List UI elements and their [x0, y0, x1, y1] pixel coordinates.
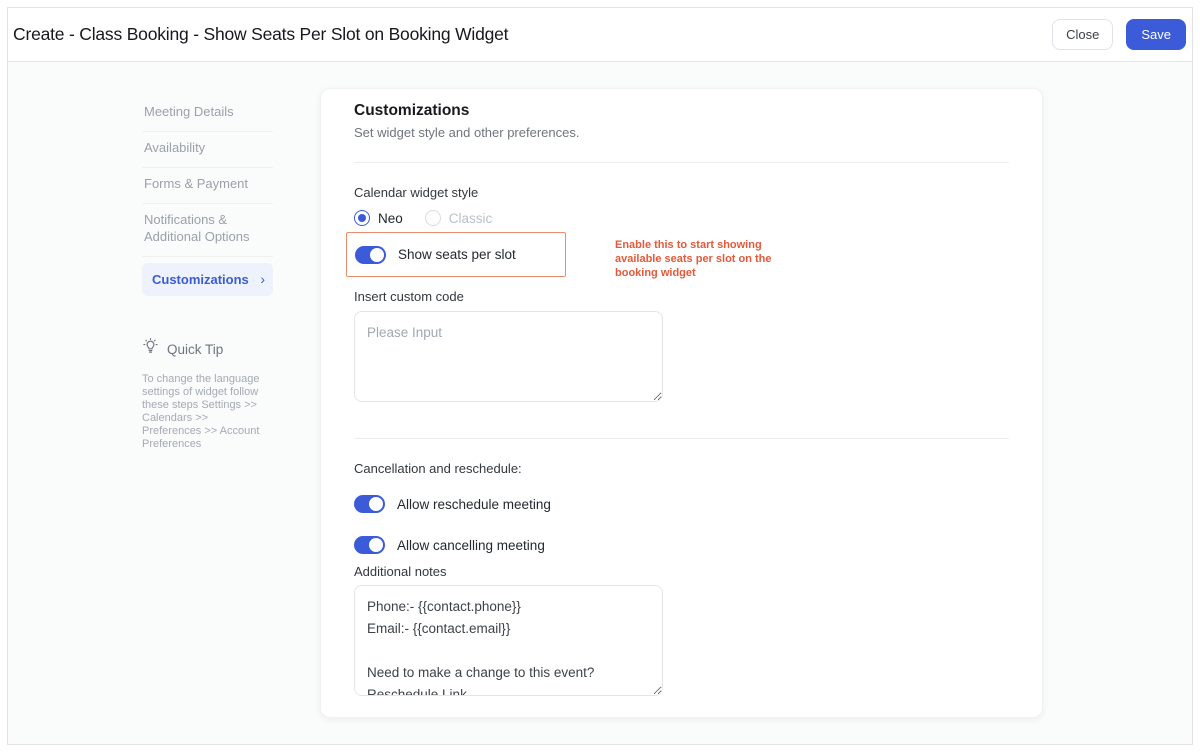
allow-reschedule-row: Allow reschedule meeting — [354, 495, 1009, 513]
sidebar-item-meeting-details[interactable]: Meeting Details — [142, 96, 273, 132]
custom-code-label: Insert custom code — [354, 289, 1009, 305]
toggle-knob — [369, 538, 383, 552]
show-seats-row: Show seats per slot Enable this to start… — [346, 232, 1009, 277]
annotation-highlight-box: Show seats per slot — [346, 232, 566, 277]
toggle-knob — [370, 248, 384, 262]
chevron-right-icon: › — [260, 273, 265, 286]
save-button[interactable]: Save — [1126, 19, 1186, 50]
lightbulb-icon — [142, 338, 159, 360]
show-seats-label: Show seats per slot — [398, 247, 516, 262]
radio-disabled-icon — [425, 210, 441, 226]
sidebar-item-label: Customizations — [152, 271, 249, 288]
radio-selected-icon[interactable] — [354, 210, 370, 226]
additional-notes-label: Additional notes — [354, 564, 1009, 580]
quick-tip-header: Quick Tip — [142, 338, 273, 360]
sidebar-item-notifications[interactable]: Notifications & Additional Options — [142, 204, 273, 257]
sidebar-item-forms-payment[interactable]: Forms & Payment — [142, 168, 273, 204]
toggle-knob — [369, 497, 383, 511]
nav-list: Meeting Details Availability Forms & Pay… — [142, 96, 273, 296]
radio-option-classic: Classic — [425, 210, 493, 226]
header: Create - Class Booking - Show Seats Per … — [8, 8, 1192, 62]
sidebar-item-customizations[interactable]: Customizations › — [142, 263, 273, 296]
customizations-card: Customizations Set widget style and othe… — [320, 88, 1043, 718]
sidebar-item-availability[interactable]: Availability — [142, 132, 273, 168]
sidebar: Meeting Details Availability Forms & Pay… — [142, 96, 273, 451]
body: Meeting Details Availability Forms & Pay… — [8, 62, 1192, 744]
allow-cancelling-toggle[interactable] — [354, 536, 385, 554]
quick-tip-body: To change the language settings of widge… — [142, 373, 264, 451]
divider — [354, 438, 1009, 439]
calendar-widget-style-label: Calendar widget style — [354, 185, 1009, 201]
quick-tip-title: Quick Tip — [167, 342, 223, 357]
radio-label-neo: Neo — [378, 211, 403, 226]
divider — [354, 162, 1009, 163]
allow-reschedule-toggle[interactable] — [354, 495, 385, 513]
widget-style-radio-group: Neo Classic — [354, 209, 1009, 227]
custom-code-textarea[interactable] — [354, 311, 663, 402]
annotation-text: Enable this to start showing available s… — [615, 238, 793, 280]
page-frame: Create - Class Booking - Show Seats Per … — [7, 7, 1193, 745]
header-actions: Close Save — [1052, 19, 1186, 50]
close-button[interactable]: Close — [1052, 19, 1113, 50]
allow-cancelling-label: Allow cancelling meeting — [397, 538, 545, 553]
allow-cancelling-row: Allow cancelling meeting — [354, 536, 1009, 554]
cancellation-label: Cancellation and reschedule: — [354, 461, 1009, 477]
show-seats-toggle[interactable] — [355, 246, 386, 264]
additional-notes-textarea[interactable]: Phone:- {{contact.phone}} Email:- {{cont… — [354, 585, 663, 696]
section-subtitle: Set widget style and other preferences. — [354, 125, 1009, 141]
page-title: Create - Class Booking - Show Seats Per … — [13, 24, 508, 45]
allow-reschedule-label: Allow reschedule meeting — [397, 497, 551, 512]
section-title: Customizations — [354, 103, 1009, 119]
radio-option-neo[interactable]: Neo — [354, 210, 403, 226]
quick-tip: Quick Tip To change the language setting… — [142, 338, 273, 451]
radio-label-classic: Classic — [449, 211, 493, 226]
